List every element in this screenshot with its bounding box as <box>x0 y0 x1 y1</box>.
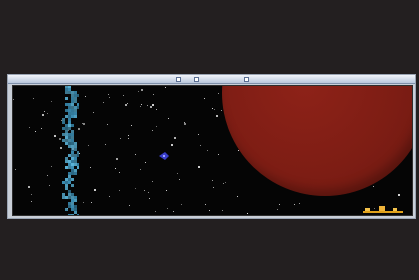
level-border <box>12 85 413 216</box>
space-playfield[interactable] <box>12 85 413 216</box>
game-window <box>7 74 416 219</box>
hud-marker-icon <box>176 77 181 82</box>
hud-marker-icon <box>244 77 249 82</box>
hud-marker-icon <box>194 77 199 82</box>
title-bar <box>8 75 415 84</box>
